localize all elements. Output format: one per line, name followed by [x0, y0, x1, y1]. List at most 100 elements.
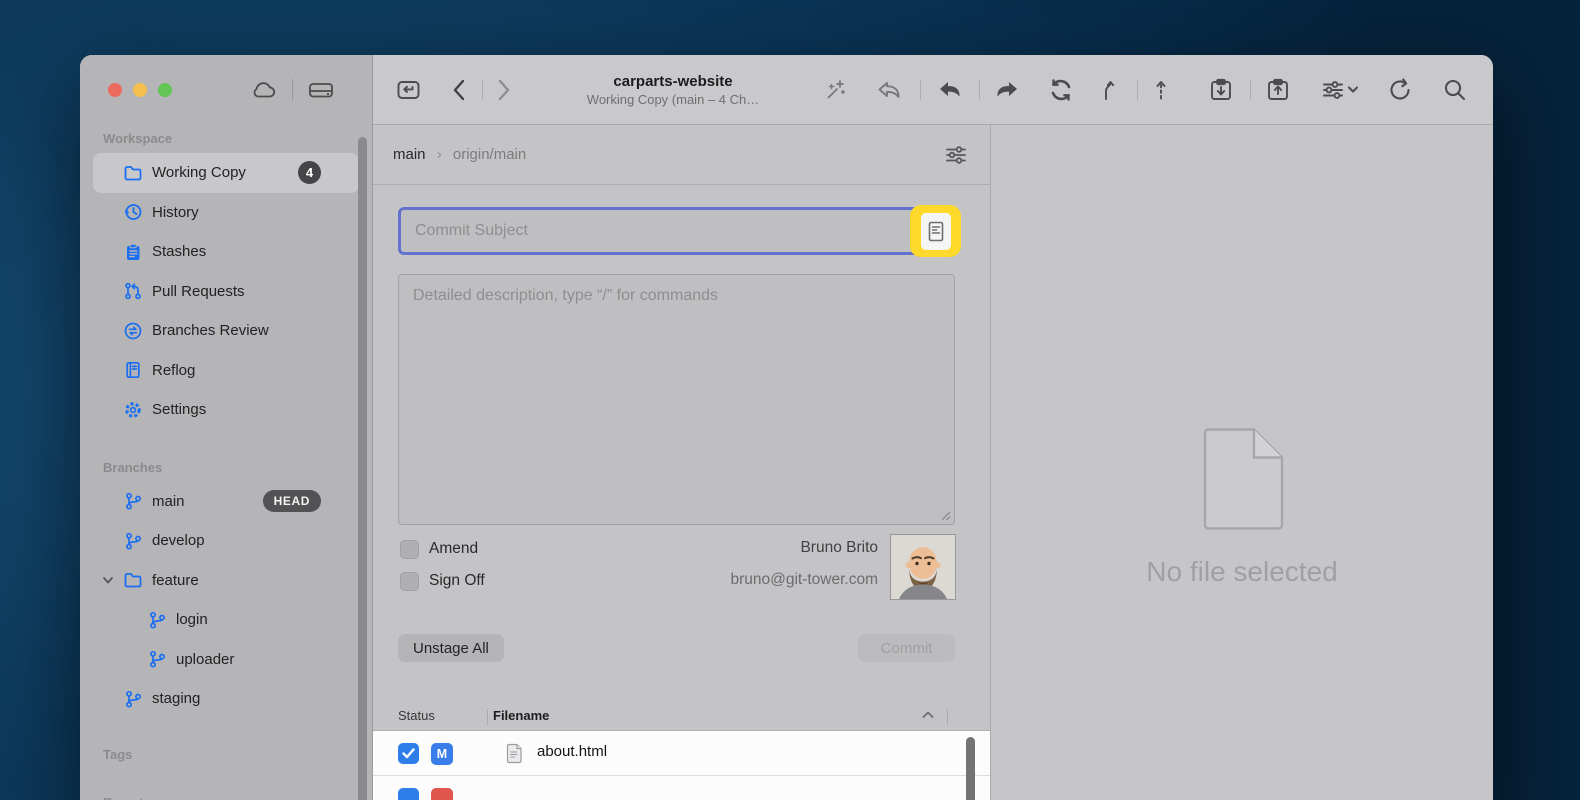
- chevron-down-icon[interactable]: [101, 573, 115, 587]
- status-column-header[interactable]: Status: [398, 708, 435, 723]
- tower-window: Workspace Working Copy 4 History Stashes: [80, 55, 1493, 800]
- sidebar-branch-develop[interactable]: develop: [93, 521, 359, 561]
- author-name: Bruno Brito: [623, 539, 878, 557]
- stash-icon[interactable]: [1207, 76, 1235, 104]
- sidebar-item-label: Working Copy: [152, 164, 246, 181]
- back-icon[interactable]: [452, 79, 466, 101]
- rebase-icon[interactable]: [1151, 77, 1171, 103]
- refresh-icon[interactable]: [1386, 76, 1414, 104]
- sidebar-item-branches-review[interactable]: Branches Review: [93, 311, 359, 351]
- filter-options-icon[interactable]: [942, 142, 970, 168]
- cloud-icon[interactable]: [249, 78, 279, 102]
- column-separator[interactable]: [487, 709, 488, 725]
- toolbar-separator: [1137, 80, 1138, 100]
- sidebar-item-label: Branches Review: [152, 322, 269, 339]
- discard-icon[interactable]: [875, 77, 903, 103]
- open-repository-icon[interactable]: [395, 77, 422, 103]
- file-name: about.html: [537, 743, 607, 760]
- folder-icon: [123, 570, 143, 590]
- sidebar-branch-staging[interactable]: staging: [93, 679, 359, 719]
- sidebar-item-label: Pull Requests: [152, 283, 245, 300]
- push-icon[interactable]: [993, 77, 1021, 103]
- quick-actions-wand-icon[interactable]: [823, 77, 849, 103]
- empty-file-icon: [1200, 428, 1284, 530]
- file-list-scrollbar-thumb[interactable]: [966, 737, 975, 800]
- repository-title: carparts-website: [545, 73, 801, 90]
- resize-grip-icon[interactable]: [939, 509, 951, 521]
- commit-form: Amend Sign Off Bruno Brito bruno@git-tow…: [373, 185, 990, 770]
- pull-icon[interactable]: [936, 77, 964, 103]
- branch-icon: [147, 649, 167, 669]
- status-deleted-badge: [431, 788, 453, 800]
- sidebar-branch-uploader[interactable]: uploader: [93, 640, 359, 680]
- sidebar-item-working-copy[interactable]: Working Copy 4: [93, 153, 359, 193]
- sidebar-branch-main[interactable]: main HEAD: [93, 482, 359, 522]
- sidebar-item-label: Stashes: [152, 243, 206, 260]
- staged-file-list: M about.html: [373, 731, 990, 800]
- column-separator[interactable]: [947, 709, 948, 725]
- filename-column-header[interactable]: Filename: [493, 708, 549, 723]
- branch-icon: [123, 491, 143, 511]
- file-row[interactable]: M about.html: [373, 731, 990, 776]
- author-avatar[interactable]: [890, 534, 956, 600]
- sign-off-checkbox[interactable]: [400, 572, 419, 591]
- forward-icon[interactable]: [497, 79, 511, 101]
- folder-icon: [123, 163, 143, 183]
- repository-subtitle: Working Copy (main – 4 Ch…: [545, 92, 801, 107]
- status-modified-badge: M: [431, 743, 453, 765]
- drive-icon[interactable]: [306, 78, 336, 102]
- sidebar-item-history[interactable]: History: [93, 193, 359, 233]
- detail-panel: No file selected: [990, 125, 1493, 800]
- sidebar-item-stashes[interactable]: Stashes: [93, 232, 359, 272]
- toolbar-separator: [920, 80, 921, 100]
- zoom-button[interactable]: [158, 83, 172, 97]
- branch-icon: [123, 689, 143, 709]
- file-row-partial[interactable]: [373, 776, 990, 800]
- sidebar-branch-folder-feature[interactable]: feature: [93, 561, 359, 601]
- sync-icon[interactable]: [1047, 77, 1075, 103]
- sidebar-item-label: feature: [152, 572, 199, 589]
- branch-icon: [123, 531, 143, 551]
- toolbar-separator: [979, 80, 980, 100]
- commit-template-note-icon[interactable]: [921, 213, 951, 250]
- pull-requests-icon: [123, 281, 143, 301]
- stashes-icon: [123, 242, 143, 262]
- sidebar-item-pull-requests[interactable]: Pull Requests: [93, 272, 359, 312]
- toolbar-separator: [482, 80, 483, 100]
- sidebar-branch-login[interactable]: login: [93, 600, 359, 640]
- close-button[interactable]: [108, 83, 122, 97]
- tags-section-header: Tags: [80, 741, 372, 769]
- minimize-button[interactable]: [133, 83, 147, 97]
- repository-title-block[interactable]: carparts-website Working Copy (main – 4 …: [545, 73, 801, 107]
- file-checkbox[interactable]: [398, 743, 419, 764]
- sidebar-item-label: History: [152, 204, 199, 221]
- stash-pop-icon[interactable]: [1264, 76, 1292, 104]
- breadcrumb-remote[interactable]: origin/main: [453, 146, 526, 163]
- amend-checkbox[interactable]: [400, 540, 419, 559]
- sidebar-item-settings[interactable]: Settings: [93, 390, 359, 430]
- sidebar: Workspace Working Copy 4 History Stashes: [80, 55, 373, 800]
- toolbar-separator: [1250, 80, 1251, 100]
- remotes-section-header: Remotes: [80, 789, 372, 800]
- titlebar-left: [80, 55, 372, 125]
- sidebar-item-label: main: [152, 493, 185, 510]
- search-icon[interactable]: [1442, 77, 1468, 103]
- sidebar-item-reflog[interactable]: Reflog: [93, 351, 359, 391]
- sidebar-item-label: develop: [152, 532, 205, 549]
- breadcrumb-separator: ›: [437, 146, 442, 163]
- sign-off-label: Sign Off: [429, 572, 485, 590]
- breadcrumb: main › origin/main: [373, 125, 990, 185]
- file-checkbox[interactable]: [398, 788, 419, 800]
- commit-button[interactable]: Commit: [858, 634, 955, 662]
- desktop: Workspace Working Copy 4 History Stashes: [0, 0, 1580, 800]
- commit-subject-input[interactable]: [398, 207, 955, 255]
- sort-chevron-icon[interactable]: [921, 710, 935, 720]
- breadcrumb-branch[interactable]: main: [393, 146, 426, 163]
- view-options-icon[interactable]: [1320, 77, 1360, 103]
- sidebar-scrollbar-thumb[interactable]: [358, 137, 367, 800]
- titlebar-separator: [292, 79, 293, 101]
- commit-description-textarea[interactable]: [398, 274, 955, 525]
- file-document-icon: [506, 743, 523, 764]
- unstage-all-button[interactable]: Unstage All: [398, 634, 504, 662]
- merge-icon[interactable]: [1097, 77, 1121, 103]
